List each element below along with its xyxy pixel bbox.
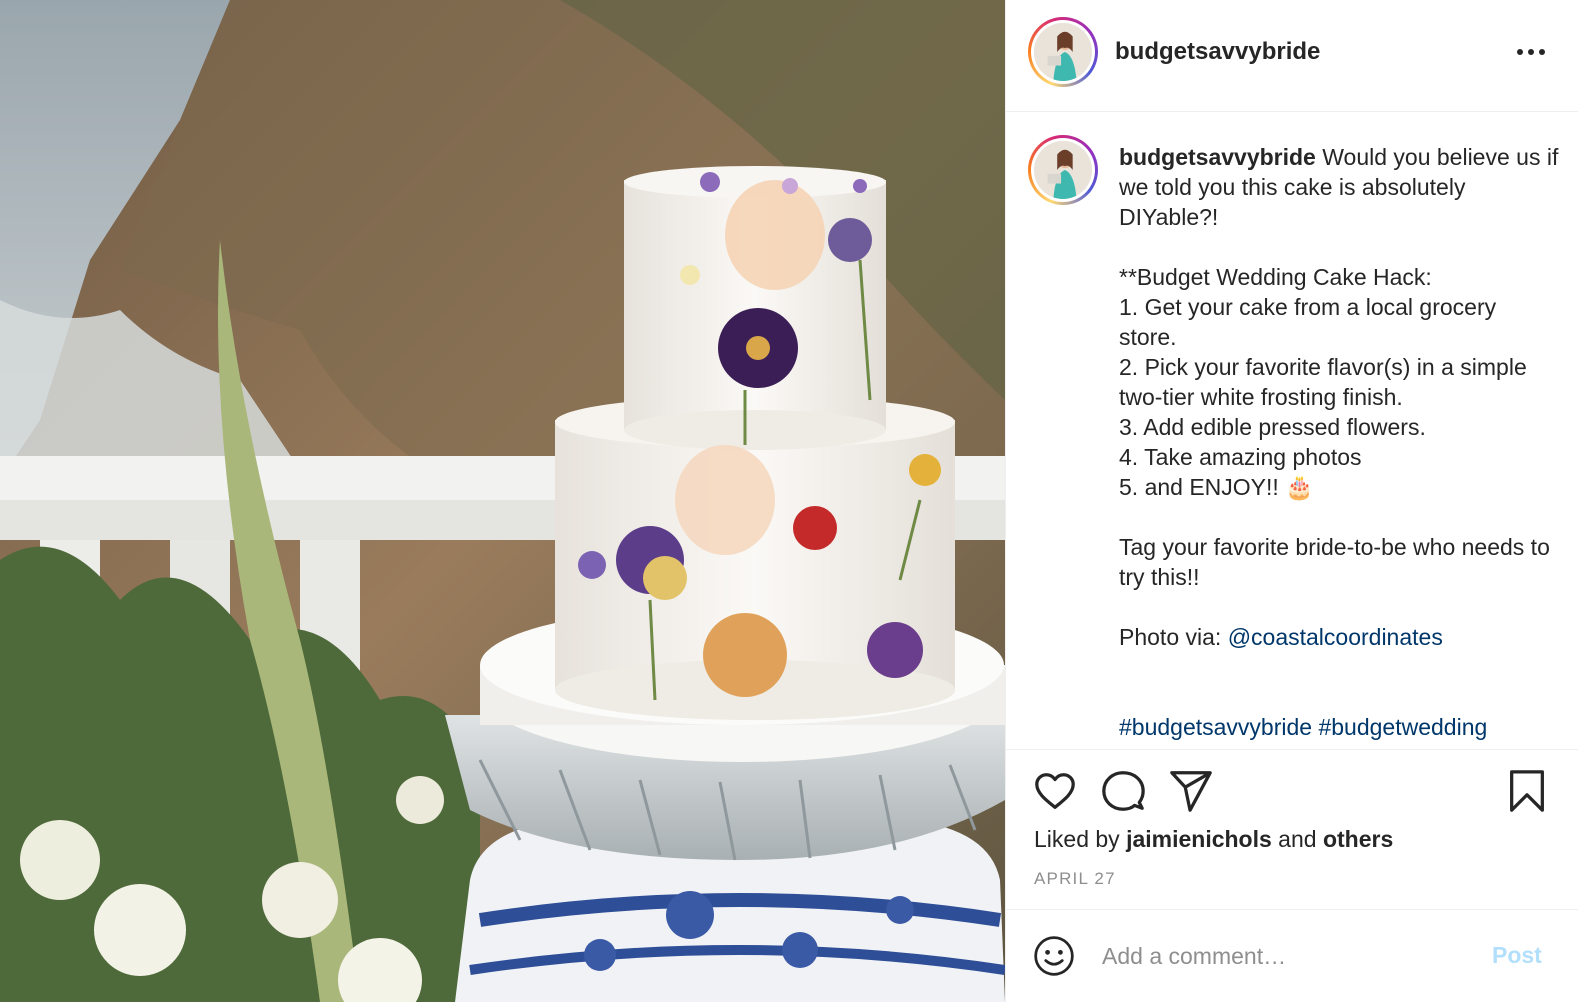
caption-avatar[interactable] (1028, 135, 1098, 205)
liked-by-others[interactable]: others (1323, 826, 1393, 852)
hashtag-link-1[interactable]: #budgetsavvybride (1119, 714, 1312, 740)
caption-text: budgetsavvybride Would you believe us if… (1119, 142, 1559, 742)
caption-body: Would you believe us if we told you this… (1119, 144, 1559, 650)
avatar-image (1034, 23, 1092, 81)
heart-icon[interactable] (1032, 768, 1078, 814)
avatar[interactable] (1028, 17, 1098, 87)
smiley-icon[interactable] (1032, 934, 1076, 978)
header-username[interactable]: budgetsavvybride (1115, 38, 1320, 66)
post-comment-button[interactable]: Post (1492, 942, 1542, 969)
post-date[interactable]: APRIL 27 (1034, 869, 1116, 889)
liked-by-user[interactable]: jaimienichols (1126, 826, 1272, 852)
comment-input[interactable] (1102, 938, 1472, 974)
mention-link[interactable]: @coastalcoordinates (1228, 624, 1443, 650)
avatar-image (1034, 141, 1092, 199)
comment-bar: Post (1006, 910, 1578, 1002)
comment-icon[interactable] (1100, 768, 1146, 814)
more-options-icon[interactable] (1513, 38, 1549, 66)
bookmark-icon[interactable] (1504, 768, 1550, 814)
caption-section: budgetsavvybride Would you believe us if… (1006, 112, 1578, 750)
action-bar: Liked by jaimienichols and others APRIL … (1006, 750, 1578, 910)
cake-photo-illustration (0, 0, 1005, 1002)
paper-plane-icon[interactable] (1168, 768, 1214, 814)
hashtag-link-2[interactable]: #budgetwedding (1318, 714, 1487, 740)
post-header: budgetsavvybride (1006, 0, 1578, 112)
likes-line: Liked by jaimienichols and others (1034, 826, 1394, 852)
post-photo[interactable] (0, 0, 1005, 1002)
caption-username[interactable]: budgetsavvybride (1119, 144, 1316, 170)
post-side-panel: budgetsavvybride budgetsavvybride Would (1005, 0, 1578, 1002)
